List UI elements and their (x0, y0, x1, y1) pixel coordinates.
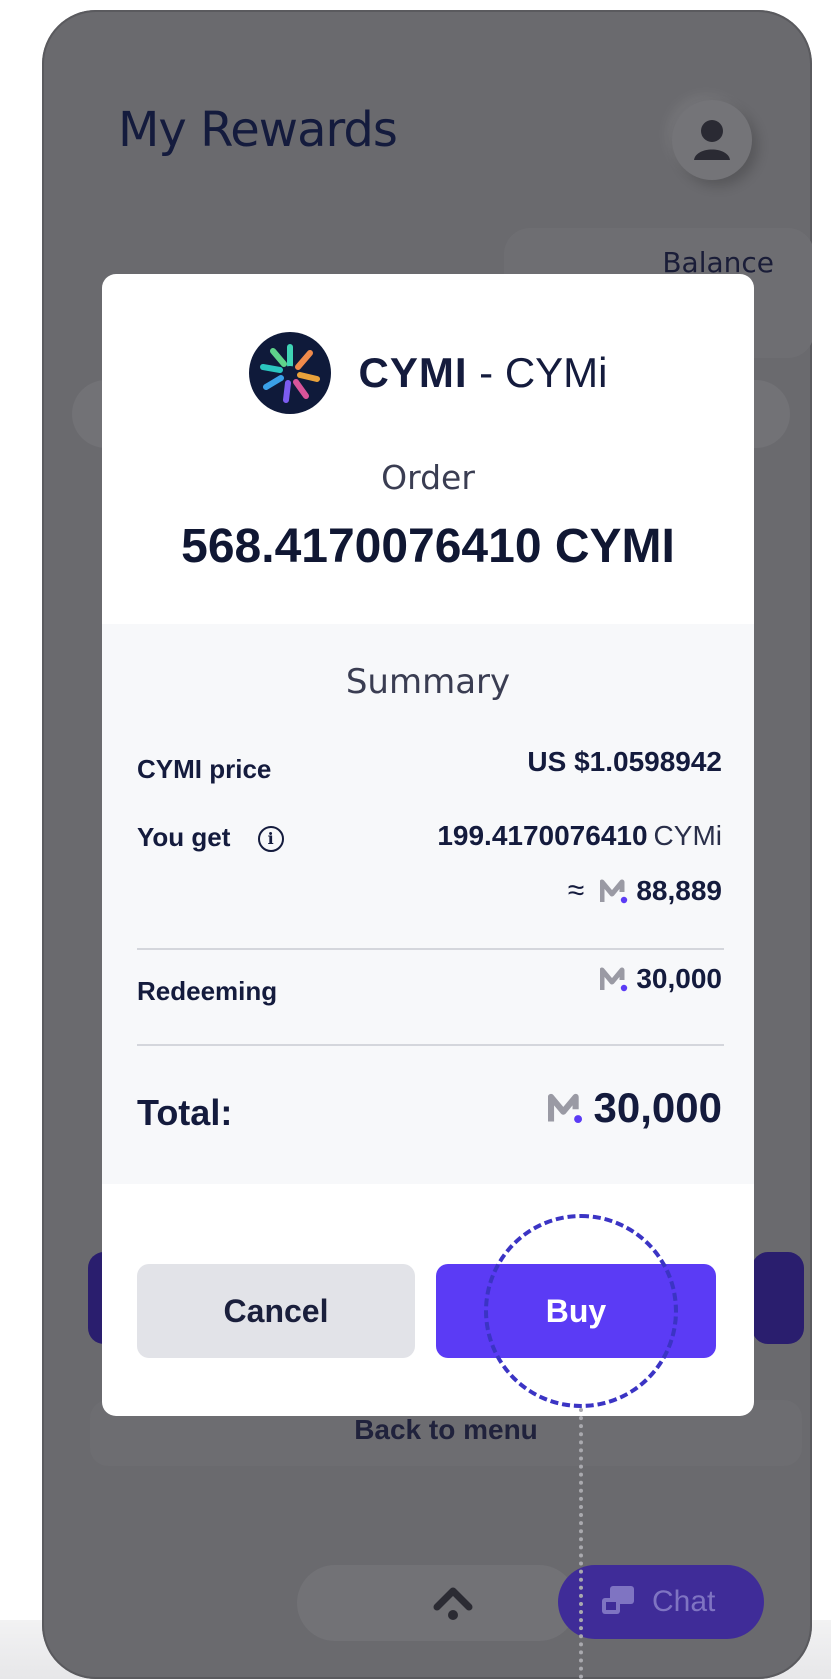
chat-label: Chat (652, 1585, 716, 1618)
person-icon (694, 120, 730, 160)
token-separator: - (467, 349, 505, 396)
buy-button[interactable]: Buy (436, 1264, 716, 1358)
approx-symbol: ≈ (567, 874, 585, 907)
background-button-edge-right (752, 1252, 804, 1344)
summary-section: Summary CYMI price US $1.0598942 You get… (102, 624, 754, 1184)
you-get-points-value: 88,889 (636, 875, 722, 906)
total-points: 30,000 (593, 1084, 722, 1131)
redeeming-value: 30,000 (600, 963, 722, 995)
redeeming-label: Redeeming (137, 976, 278, 1006)
you-get-label: You get (137, 822, 231, 852)
token-header: CYMI - CYMi (102, 332, 754, 414)
you-get-amount: 199.4170076410 (437, 820, 648, 851)
info-icon[interactable]: i (257, 826, 284, 853)
m-points-icon (600, 879, 628, 904)
order-label: Order (381, 458, 475, 497)
m-points-icon (600, 967, 628, 992)
redeeming-points: 30,000 (636, 963, 722, 994)
cancel-button[interactable]: Cancel (137, 1264, 415, 1358)
order-amount: 568.4170076410 CYMI (181, 520, 675, 573)
chat-icon (602, 1586, 634, 1614)
avatar-button[interactable] (672, 100, 752, 180)
divider (137, 1044, 724, 1046)
you-get-points: ≈ 88,889 (568, 874, 722, 908)
total-label: Total: (137, 1092, 233, 1133)
page-title: My Rewards (118, 102, 398, 158)
you-get-label-row: You get i (137, 822, 284, 853)
token-name: CYMi (504, 349, 608, 396)
m-points-icon (547, 1093, 582, 1124)
token-title: CYMI - CYMi (359, 349, 608, 397)
chat-button[interactable]: Chat (558, 1565, 764, 1639)
summary-title: Summary (345, 662, 511, 702)
order-modal: CYMI - CYMi Order 568.4170076410 CYMI Su… (102, 274, 754, 1416)
home-bar[interactable] (297, 1565, 577, 1641)
total-value: 30,000 (547, 1084, 722, 1132)
token-symbol: CYMI (358, 349, 468, 396)
chevron-up-icon (433, 1587, 473, 1620)
price-value: US $1.0598942 (527, 746, 722, 777)
back-to-menu-label: Back to menu (354, 1414, 538, 1445)
price-label: CYMI price (137, 754, 272, 784)
cymi-token-icon (248, 332, 331, 414)
you-get-unit: CYMi (653, 820, 722, 851)
you-get-value: 199.4170076410 CYMi (437, 820, 722, 852)
divider (137, 948, 724, 950)
